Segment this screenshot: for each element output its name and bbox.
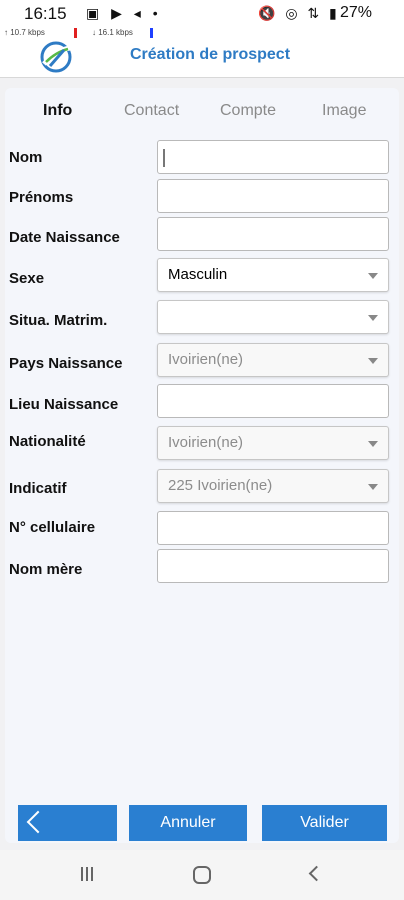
field-row-pays-naissance: Pays Naissance Ivoirien(ne) bbox=[9, 343, 389, 379]
sexe-value: Masculin bbox=[168, 266, 228, 283]
nom-mere-label: Nom mère bbox=[9, 561, 83, 578]
pays-naissance-value: Ivoirien(ne) bbox=[168, 351, 244, 368]
nom-input[interactable] bbox=[157, 140, 389, 174]
recent-apps-icon[interactable] bbox=[81, 867, 97, 883]
system-status-icons: 🔇 ◎ ⇅ ▮ bbox=[258, 5, 340, 21]
page-title: Création de prospect bbox=[129, 46, 291, 63]
upload-indicator bbox=[74, 28, 77, 38]
status-time: 16:15 bbox=[24, 4, 67, 23]
field-row-indicatif: Indicatif 225 Ivoirien(ne) bbox=[9, 469, 389, 505]
pays-naissance-label: Pays Naissance bbox=[9, 355, 123, 372]
situation-label: Situa. Matrim. bbox=[9, 312, 108, 329]
field-row-lieu-naissance: Lieu Naissance bbox=[9, 384, 389, 420]
field-row-nom: Nom bbox=[9, 140, 389, 176]
pays-naissance-select[interactable]: Ivoirien(ne) bbox=[157, 343, 389, 377]
sexe-label: Sexe bbox=[9, 270, 45, 287]
nom-mere-input[interactable] bbox=[157, 549, 389, 583]
field-row-cellulaire: N° cellulaire bbox=[9, 511, 389, 547]
download-speed: ↓ 16.1 kbps bbox=[92, 28, 133, 37]
dropdown-caret-icon bbox=[368, 358, 378, 364]
nationalite-value: Ivoirien(ne) bbox=[168, 434, 244, 451]
status-bar: 16:15 ▣ ▶ ◂ • 🔇 ◎ ⇅ ▮ 27% bbox=[0, 0, 404, 28]
indicatif-label: Indicatif bbox=[9, 480, 67, 497]
tab-image[interactable]: Image bbox=[322, 102, 366, 120]
prenoms-label: Prénoms bbox=[9, 189, 74, 206]
cellulaire-label: N° cellulaire bbox=[9, 519, 96, 536]
dropdown-caret-icon bbox=[368, 273, 378, 279]
indicatif-value: 225 Ivoirien(ne) bbox=[168, 477, 273, 494]
network-speed-bar: ↑ 10.7 kbps ↓ 16.1 kbps bbox=[0, 28, 404, 38]
field-row-date-naissance: Date Naissance bbox=[9, 217, 389, 253]
field-row-nationalite: Nationalité Ivoirien(ne) bbox=[9, 426, 389, 462]
dropdown-caret-icon bbox=[368, 315, 378, 321]
back-button[interactable] bbox=[18, 805, 117, 841]
system-back-icon[interactable] bbox=[308, 865, 325, 882]
nom-label: Nom bbox=[9, 149, 43, 166]
lieu-naissance-label: Lieu Naissance bbox=[9, 396, 119, 413]
form-card: Info Contact Compte Image Nom Prénoms Da… bbox=[5, 88, 399, 843]
lieu-naissance-input[interactable] bbox=[157, 384, 389, 418]
situation-select[interactable] bbox=[157, 300, 389, 334]
chevron-left-icon bbox=[26, 810, 50, 834]
dropdown-caret-icon bbox=[368, 484, 378, 490]
dropdown-caret-icon bbox=[368, 441, 378, 447]
nationalite-label: Nationalité bbox=[9, 433, 86, 450]
prenoms-input[interactable] bbox=[157, 179, 389, 213]
date-naissance-label: Date Naissance bbox=[9, 229, 120, 246]
date-naissance-input[interactable] bbox=[157, 217, 389, 251]
download-indicator bbox=[150, 28, 153, 38]
sexe-select[interactable]: Masculin bbox=[157, 258, 389, 292]
field-row-prenoms: Prénoms bbox=[9, 179, 389, 215]
tab-contact[interactable]: Contact bbox=[124, 102, 179, 120]
battery-level: 27% bbox=[340, 4, 373, 21]
tab-info[interactable]: Info bbox=[43, 102, 72, 120]
validate-button[interactable]: Valider bbox=[262, 805, 387, 841]
field-row-sexe: Sexe Masculin bbox=[9, 258, 389, 294]
notification-icons: ▣ ▶ ◂ • bbox=[86, 5, 162, 21]
app-header: Création de prospect bbox=[0, 38, 404, 78]
system-nav-bar bbox=[0, 850, 404, 900]
cellulaire-input[interactable] bbox=[157, 511, 389, 545]
field-row-situation: Situa. Matrim. bbox=[9, 300, 389, 336]
tab-bar: Info Contact Compte Image bbox=[5, 102, 399, 128]
indicatif-select[interactable]: 225 Ivoirien(ne) bbox=[157, 469, 389, 503]
upload-speed: ↑ 10.7 kbps bbox=[4, 28, 45, 37]
home-icon[interactable] bbox=[193, 866, 211, 884]
nationalite-select[interactable]: Ivoirien(ne) bbox=[157, 426, 389, 460]
tab-compte[interactable]: Compte bbox=[220, 102, 276, 120]
cancel-button[interactable]: Annuler bbox=[129, 805, 247, 841]
field-row-nom-mere: Nom mère bbox=[9, 549, 389, 585]
